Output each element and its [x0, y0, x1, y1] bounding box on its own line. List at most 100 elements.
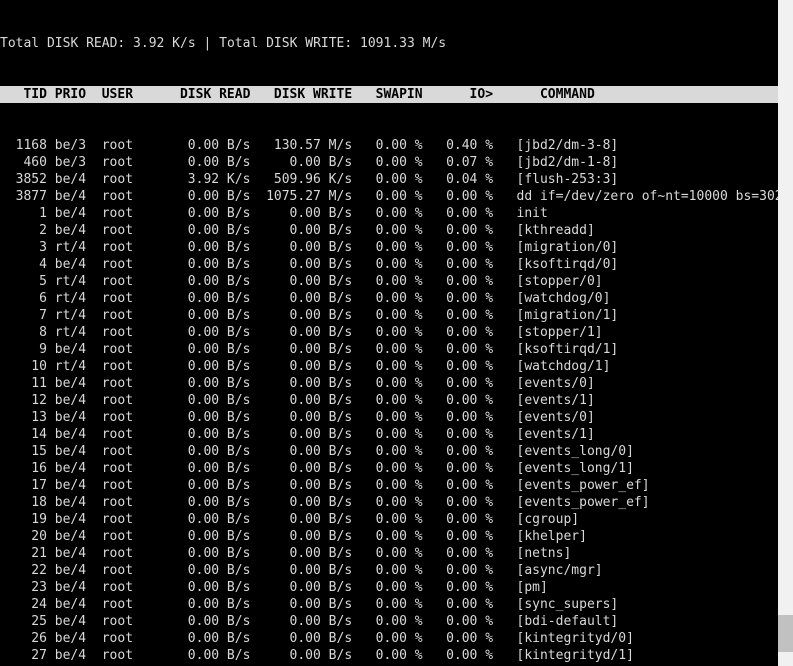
read-cell: 0.00 B/s: [157, 460, 251, 477]
user-cell: root: [102, 324, 149, 341]
user-cell: root: [102, 154, 149, 171]
user-cell: root: [102, 443, 149, 460]
user-cell: root: [102, 494, 149, 511]
swap-cell: 0.00 %: [360, 596, 423, 613]
process-row: 25 be/4 root 0.00 B/s 0.00 B/s 0.00 % 0.…: [0, 613, 778, 630]
tid-cell: 20: [0, 528, 47, 545]
command-cell: [events/0]: [501, 409, 595, 426]
process-row: 12 be/4 root 0.00 B/s 0.00 B/s 0.00 % 0.…: [0, 392, 778, 409]
swap-cell: 0.00 %: [360, 222, 423, 239]
swap-cell: 0.00 %: [360, 477, 423, 494]
io-cell: 0.00 %: [430, 596, 493, 613]
process-row: 18 be/4 root 0.00 B/s 0.00 B/s 0.00 % 0.…: [0, 494, 778, 511]
user-cell: root: [102, 477, 149, 494]
read-cell: 0.00 B/s: [157, 630, 251, 647]
scrollbar-track[interactable]: [778, 0, 793, 666]
swap-cell: 0.00 %: [360, 154, 423, 171]
process-row: 11 be/4 root 0.00 B/s 0.00 B/s 0.00 % 0.…: [0, 375, 778, 392]
process-row: 20 be/4 root 0.00 B/s 0.00 B/s 0.00 % 0.…: [0, 528, 778, 545]
process-row: 16 be/4 root 0.00 B/s 0.00 B/s 0.00 % 0.…: [0, 460, 778, 477]
prio-cell: be/4: [55, 222, 94, 239]
read-cell: 0.00 B/s: [157, 324, 251, 341]
write-cell: 0.00 B/s: [258, 494, 352, 511]
user-cell: root: [102, 647, 149, 664]
write-cell: 0.00 B/s: [258, 630, 352, 647]
col-user: USER: [102, 86, 149, 103]
terminal-output[interactable]: Total DISK READ: 3.92 K/s | Total DISK W…: [0, 0, 778, 666]
command-cell: [migration/0]: [501, 239, 618, 256]
write-cell: 0.00 B/s: [258, 290, 352, 307]
process-row: 3 rt/4 root 0.00 B/s 0.00 B/s 0.00 % 0.0…: [0, 239, 778, 256]
io-cell: 0.00 %: [430, 273, 493, 290]
process-row: 3852 be/4 root 3.92 K/s 509.96 K/s 0.00 …: [0, 171, 778, 188]
user-cell: root: [102, 137, 149, 154]
user-cell: root: [102, 579, 149, 596]
write-cell: 0.00 B/s: [258, 375, 352, 392]
write-cell: 1075.27 M/s: [258, 188, 352, 205]
swap-cell: 0.00 %: [360, 188, 423, 205]
user-cell: root: [102, 409, 149, 426]
prio-cell: be/4: [55, 562, 94, 579]
prio-cell: rt/4: [55, 358, 94, 375]
write-cell: 0.00 B/s: [258, 307, 352, 324]
header-row: TID PRIO USER DISK READ DISK WRITE SWAPI…: [0, 86, 778, 103]
command-cell: [sync_supers]: [501, 596, 618, 613]
write-cell: 0.00 B/s: [258, 409, 352, 426]
prio-cell: rt/4: [55, 324, 94, 341]
read-cell: 0.00 B/s: [157, 477, 251, 494]
scrollbar-thumb[interactable]: [778, 615, 793, 652]
user-cell: root: [102, 426, 149, 443]
swap-cell: 0.00 %: [360, 239, 423, 256]
swap-cell: 0.00 %: [360, 562, 423, 579]
prio-cell: be/4: [55, 494, 94, 511]
read-cell: 0.00 B/s: [157, 307, 251, 324]
tid-cell: 12: [0, 392, 47, 409]
tid-cell: 16: [0, 460, 47, 477]
read-cell: 0.00 B/s: [157, 545, 251, 562]
tid-cell: 3877: [0, 188, 47, 205]
prio-cell: be/4: [55, 256, 94, 273]
process-row: 5 rt/4 root 0.00 B/s 0.00 B/s 0.00 % 0.0…: [0, 273, 778, 290]
process-row: 1 be/4 root 0.00 B/s 0.00 B/s 0.00 % 0.0…: [0, 205, 778, 222]
user-cell: root: [102, 341, 149, 358]
write-cell: 0.00 B/s: [258, 273, 352, 290]
user-cell: root: [102, 205, 149, 222]
col-tid: TID: [0, 86, 47, 103]
io-cell: 0.00 %: [430, 392, 493, 409]
swap-cell: 0.00 %: [360, 528, 423, 545]
command-cell: [events_long/0]: [501, 443, 634, 460]
read-cell: 0.00 B/s: [157, 358, 251, 375]
prio-cell: be/4: [55, 579, 94, 596]
write-cell: 0.00 B/s: [258, 222, 352, 239]
prio-cell: rt/4: [55, 273, 94, 290]
tid-cell: 26: [0, 630, 47, 647]
write-cell: 0.00 B/s: [258, 239, 352, 256]
command-cell: [bdi-default]: [501, 613, 618, 630]
col-prio: PRIO: [55, 86, 94, 103]
process-row: 17 be/4 root 0.00 B/s 0.00 B/s 0.00 % 0.…: [0, 477, 778, 494]
command-cell: [jbd2/dm-1-8]: [501, 154, 618, 171]
prio-cell: be/4: [55, 375, 94, 392]
command-cell: [stopper/1]: [501, 324, 603, 341]
window: { "summary": "Total DISK READ: 3.92 K/s …: [0, 0, 793, 666]
tid-cell: 5: [0, 273, 47, 290]
prio-cell: be/4: [55, 596, 94, 613]
user-cell: root: [102, 256, 149, 273]
swap-cell: 0.00 %: [360, 324, 423, 341]
swap-cell: 0.00 %: [360, 358, 423, 375]
write-cell: 0.00 B/s: [258, 154, 352, 171]
tid-cell: 11: [0, 375, 47, 392]
io-cell: 0.00 %: [430, 188, 493, 205]
process-row: 460 be/3 root 0.00 B/s 0.00 B/s 0.00 % 0…: [0, 154, 778, 171]
process-row: 26 be/4 root 0.00 B/s 0.00 B/s 0.00 % 0.…: [0, 630, 778, 647]
command-cell: [pm]: [501, 579, 548, 596]
read-cell: 0.00 B/s: [157, 341, 251, 358]
command-cell: [events/1]: [501, 426, 595, 443]
swap-cell: 0.00 %: [360, 494, 423, 511]
io-cell: 0.00 %: [430, 324, 493, 341]
process-row: 23 be/4 root 0.00 B/s 0.00 B/s 0.00 % 0.…: [0, 579, 778, 596]
io-cell: 0.00 %: [430, 358, 493, 375]
command-cell: [watchdog/0]: [501, 290, 611, 307]
write-cell: 0.00 B/s: [258, 358, 352, 375]
command-cell: dd if=/dev/zero of~nt=10000 bs=3024000: [501, 188, 793, 205]
